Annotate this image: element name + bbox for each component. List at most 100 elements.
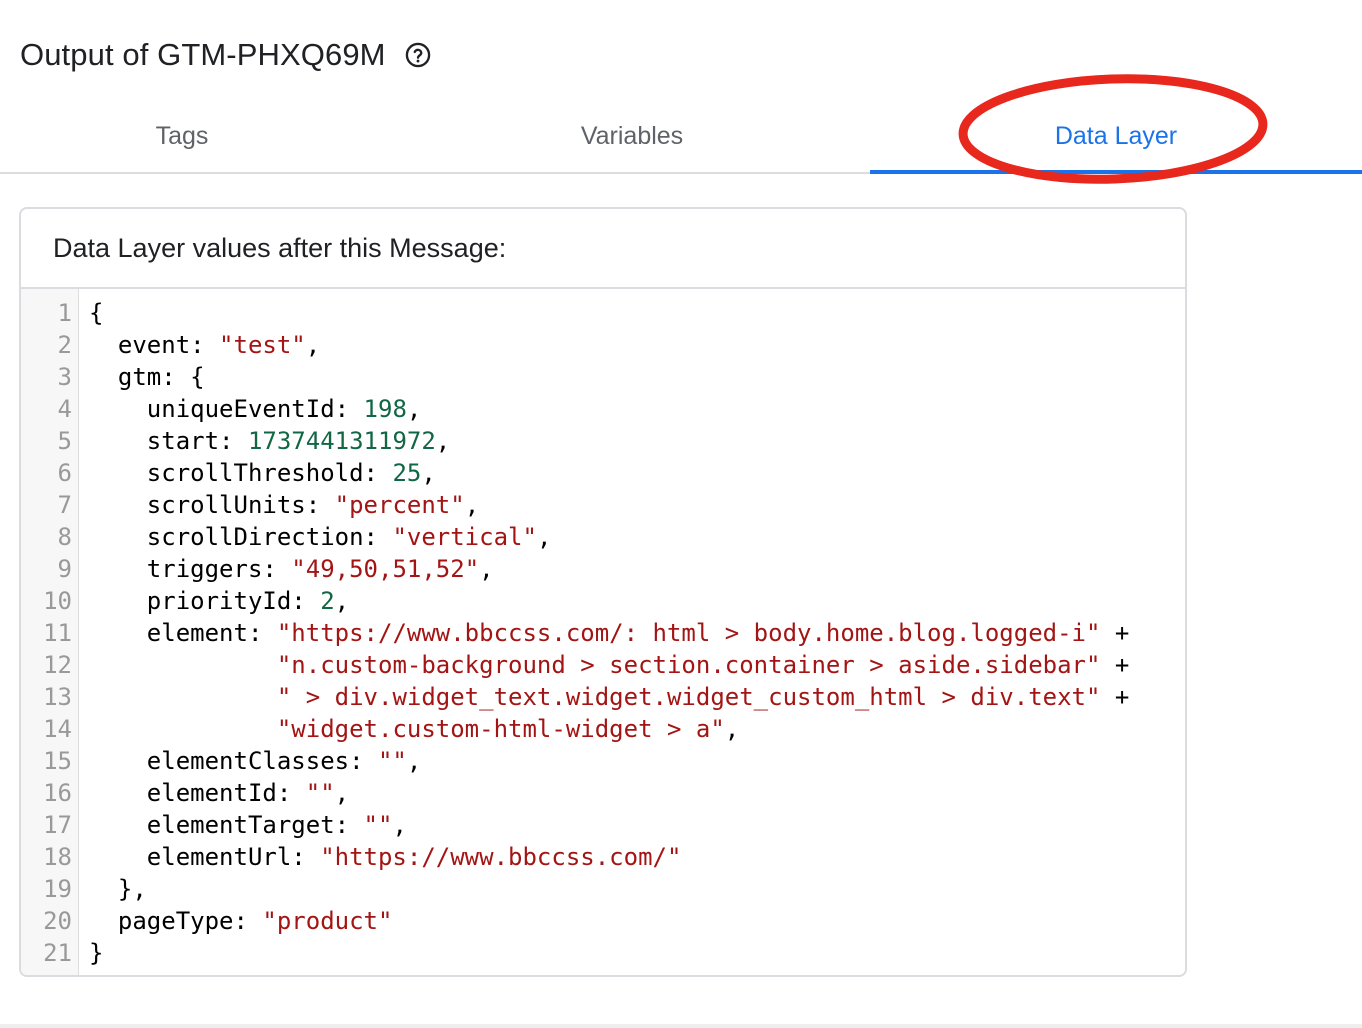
code-token: 198 <box>363 395 407 423</box>
code-line: elementTarget: "", <box>89 809 1185 841</box>
code-token: start: <box>89 427 248 455</box>
line-number: 8 <box>57 523 72 551</box>
line-number: 4 <box>57 395 72 423</box>
line-number: 5 <box>57 427 72 455</box>
code-token: , <box>536 523 552 551</box>
panel-header: Output of GTM-PHXQ69M <box>20 30 432 80</box>
code-token: , <box>334 779 350 807</box>
code-token: , <box>421 459 436 487</box>
tab-tags[interactable]: Tags <box>0 98 364 174</box>
code-token: " > div.widget_text.widget.widget_custom… <box>276 683 1101 711</box>
code-token: "percent" <box>334 491 465 519</box>
code-line: pageType: "product" <box>89 905 1185 937</box>
divider <box>0 1024 1362 1028</box>
tab-bar: Tags Variables Data Layer <box>0 98 1362 174</box>
gtm-preview-panel: Output of GTM-PHXQ69M Tags Variables Dat… <box>0 0 1362 1028</box>
code-token: scrollUnits: <box>89 491 335 519</box>
code-token: "" <box>305 779 335 807</box>
code-token: , <box>435 427 451 455</box>
code-line: { <box>89 297 1185 329</box>
line-number: 3 <box>57 363 72 391</box>
tab-variables[interactable]: Variables <box>400 98 864 174</box>
code-token: "https://www.bbccss.com/" <box>320 843 682 871</box>
line-number: 11 <box>43 619 72 647</box>
code-line: uniqueEventId: 198, <box>89 393 1185 425</box>
code-token: } <box>89 939 104 967</box>
code-token: "product" <box>262 907 393 935</box>
code-line: event: "test", <box>89 329 1185 361</box>
code-line: scrollDirection: "vertical", <box>89 521 1185 553</box>
data-layer-card: Data Layer values after this Message: 1 2… <box>19 207 1187 977</box>
code-line: priorityId: 2, <box>89 585 1185 617</box>
code-token: , <box>334 587 350 615</box>
code-line: scrollUnits: "percent", <box>89 489 1185 521</box>
code-token: , <box>479 555 494 583</box>
code-token: }, <box>89 875 147 903</box>
code-token: elementId: <box>89 779 306 807</box>
code-token: , <box>392 811 407 839</box>
code-token: "49,50,51,52" <box>291 555 480 583</box>
active-tab-indicator <box>870 170 1362 174</box>
line-number: 16 <box>43 779 72 807</box>
code-token: gtm: { <box>89 363 205 391</box>
code-token: 2 <box>320 587 335 615</box>
code-line: elementClasses: "", <box>89 745 1185 777</box>
line-number: 13 <box>43 683 72 711</box>
line-number: 17 <box>43 811 72 839</box>
line-number-gutter: 1 2 3 4 5 6 7 8 9 10 11 12 13 14 15 16 17 18 19 20 21 <box>21 289 79 975</box>
line-number: 19 <box>43 875 72 903</box>
code-line: } <box>89 937 1185 969</box>
code-token: scrollThreshold: <box>89 459 393 487</box>
code-token: + <box>1100 619 1130 647</box>
code-token: "" <box>377 747 407 775</box>
line-number: 9 <box>57 555 72 583</box>
line-number: 10 <box>43 587 72 615</box>
code-token: elementClasses: <box>89 747 378 775</box>
code-token: { <box>89 299 104 327</box>
line-number: 20 <box>43 907 72 935</box>
line-number: 21 <box>43 939 72 967</box>
code-token: 1737441311972 <box>247 427 436 455</box>
code-content: { event: "test", gtm: { uniqueEventId: 1… <box>79 289 1185 975</box>
code-token: event: <box>89 331 220 359</box>
code-token: element: <box>89 619 277 647</box>
code-token: elementUrl: <box>89 843 321 871</box>
code-line: "widget.custom-html-widget > a", <box>89 713 1185 745</box>
code-token: "n.custom-background > section.container… <box>276 651 1101 679</box>
code-token: , <box>406 395 422 423</box>
line-number: 7 <box>57 491 72 519</box>
line-number: 15 <box>43 747 72 775</box>
code-line: start: 1737441311972, <box>89 425 1185 457</box>
code-token: , <box>305 331 321 359</box>
code-token: , <box>406 747 422 775</box>
code-token: "" <box>363 811 393 839</box>
code-token: "widget.custom-html-widget > a" <box>276 715 725 743</box>
code-token: , <box>724 715 740 743</box>
line-number: 2 <box>57 331 72 359</box>
tab-data-layer[interactable]: Data Layer <box>870 98 1362 174</box>
code-line: gtm: { <box>89 361 1185 393</box>
code-viewer[interactable]: 1 2 3 4 5 6 7 8 9 10 11 12 13 14 15 16 17 18 19 20 21 { even… <box>21 289 1185 975</box>
code-token: "https://www.bbccss.com/: html > body.ho… <box>276 619 1101 647</box>
code-token: 25 <box>392 459 422 487</box>
code-line: "n.custom-background > section.container… <box>89 649 1185 681</box>
code-line: scrollThreshold: 25, <box>89 457 1185 489</box>
line-number: 1 <box>57 299 72 327</box>
code-token: "test" <box>219 331 306 359</box>
code-line: element: "https://www.bbccss.com/: html … <box>89 617 1185 649</box>
help-circle-icon[interactable] <box>404 41 432 69</box>
code-line: elementUrl: "https://www.bbccss.com/" <box>89 841 1185 873</box>
code-token: priorityId: <box>89 587 321 615</box>
code-token: uniqueEventId: <box>89 395 364 423</box>
code-token: , <box>464 491 480 519</box>
code-line: elementId: "", <box>89 777 1185 809</box>
code-token: + <box>1100 683 1130 711</box>
code-line: triggers: "49,50,51,52", <box>89 553 1185 585</box>
code-token: "vertical" <box>392 523 537 551</box>
page-title: Output of GTM-PHXQ69M <box>20 37 386 72</box>
card-heading: Data Layer values after this Message: <box>21 209 1185 289</box>
code-token: triggers: <box>89 555 292 583</box>
line-number: 6 <box>57 459 72 487</box>
